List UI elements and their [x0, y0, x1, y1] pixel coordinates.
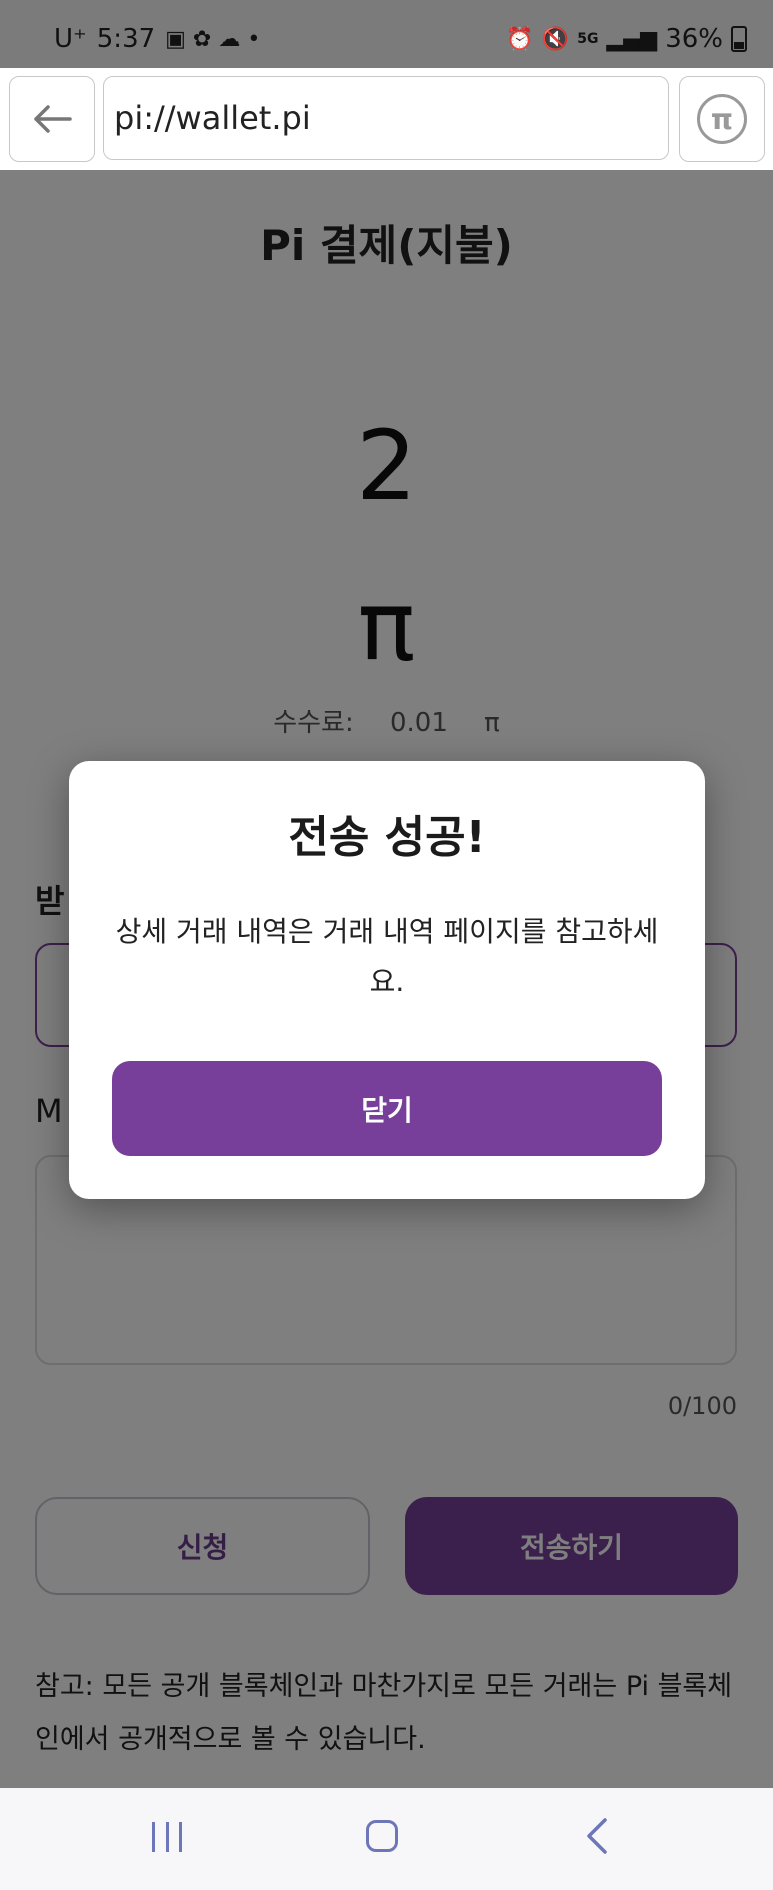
mute-icon: 🔇: [541, 26, 570, 52]
back-button[interactable]: [9, 76, 95, 162]
clock: 5:37: [96, 24, 156, 54]
recents-icon[interactable]: [152, 1822, 182, 1852]
signal-icon: ▂▄▆: [606, 26, 658, 52]
dialog-title: 전송 성공!: [288, 812, 486, 863]
status-left: U⁺ 5:37 ▣ ✿ ☁ •: [54, 24, 260, 54]
status-bar: U⁺ 5:37 ▣ ✿ ☁ • ⏰ 🔇 5G ▂▄▆ 36%: [0, 0, 773, 68]
success-dialog: 전송 성공! 상세 거래 내역은 거래 내역 페이지를 참고하세요. 닫기: [69, 761, 705, 1199]
url-field[interactable]: pi://wallet.pi: [103, 76, 669, 160]
network-type-label: 5G: [577, 31, 599, 47]
close-button[interactable]: 닫기: [112, 1061, 662, 1156]
nav-back-icon[interactable]: [585, 1816, 609, 1863]
notification-icons: ▣ ✿ ☁ •: [165, 26, 261, 52]
arrow-left-icon: [34, 105, 72, 133]
pi-app-button[interactable]: π: [679, 76, 765, 162]
dialog-message: 상세 거래 내역은 거래 내역 페이지를 참고하세요.: [115, 915, 659, 998]
battery-icon: [731, 26, 747, 52]
carrier-label: U⁺: [54, 24, 87, 54]
alarm-icon: ⏰: [506, 26, 534, 52]
pi-logo-icon: π: [697, 94, 747, 144]
home-icon[interactable]: [366, 1820, 398, 1852]
system-nav-bar: [0, 1788, 773, 1890]
battery-percent: 36%: [665, 24, 723, 54]
url-text: pi://wallet.pi: [114, 99, 311, 137]
browser-bar: pi://wallet.pi π: [0, 68, 773, 170]
status-right: ⏰ 🔇 5G ▂▄▆ 36%: [506, 24, 747, 54]
